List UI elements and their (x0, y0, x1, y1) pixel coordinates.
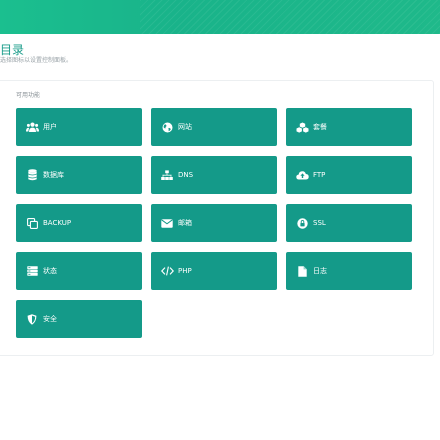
tile-label: 用户 (43, 123, 57, 131)
tile-logs[interactable]: 日志 (286, 252, 412, 290)
page-title: 目录 (0, 43, 25, 57)
tile-databases[interactable]: 数据库 (16, 156, 142, 194)
tile-label: PHP (178, 267, 192, 275)
tile-label: 邮箱 (178, 219, 192, 227)
tile-backup[interactable]: BACKUP (16, 204, 142, 242)
tile-label: FTP (313, 171, 326, 179)
tile-ftp[interactable]: FTP (286, 156, 412, 194)
tile-label: 数据库 (43, 171, 64, 179)
globe-icon (160, 120, 174, 134)
cubes-icon (295, 120, 309, 134)
tile-ssl[interactable]: SSL (286, 204, 412, 242)
tile-websites[interactable]: 网站 (151, 108, 277, 146)
tile-dns[interactable]: DNS (151, 156, 277, 194)
tile-label: 状态 (43, 267, 57, 275)
tile-security[interactable]: 安全 (16, 300, 142, 338)
tile-label: 安全 (43, 315, 57, 323)
database-icon (25, 168, 39, 182)
sitemap-icon (160, 168, 174, 182)
copy-icon (25, 216, 39, 230)
file-icon (295, 264, 309, 278)
shield-icon (25, 312, 39, 326)
tile-label: 网站 (178, 123, 192, 131)
banner-pattern (140, 0, 440, 34)
tile-label: 套餐 (313, 123, 327, 131)
tile-label: DNS (178, 171, 194, 179)
tile-packages[interactable]: 套餐 (286, 108, 412, 146)
tile-mail[interactable]: 邮箱 (151, 204, 277, 242)
tile-label: BACKUP (43, 219, 72, 227)
envelope-icon (160, 216, 174, 230)
users-icon (25, 120, 39, 134)
tile-php[interactable]: PHP (151, 252, 277, 290)
tile-users[interactable]: 用户 (16, 108, 142, 146)
tile-label: 日志 (313, 267, 327, 275)
server-icon (25, 264, 39, 278)
panel-heading: 可用功能 (16, 92, 41, 99)
tile-status[interactable]: 状态 (16, 252, 142, 290)
tile-label: SSL (313, 219, 326, 227)
lock-icon (295, 216, 309, 230)
cloud-upload-icon (295, 168, 309, 182)
header-banner (0, 0, 440, 34)
code-icon (160, 264, 174, 278)
page-subtitle: 选择图标以设置控制面板。 (0, 57, 73, 64)
